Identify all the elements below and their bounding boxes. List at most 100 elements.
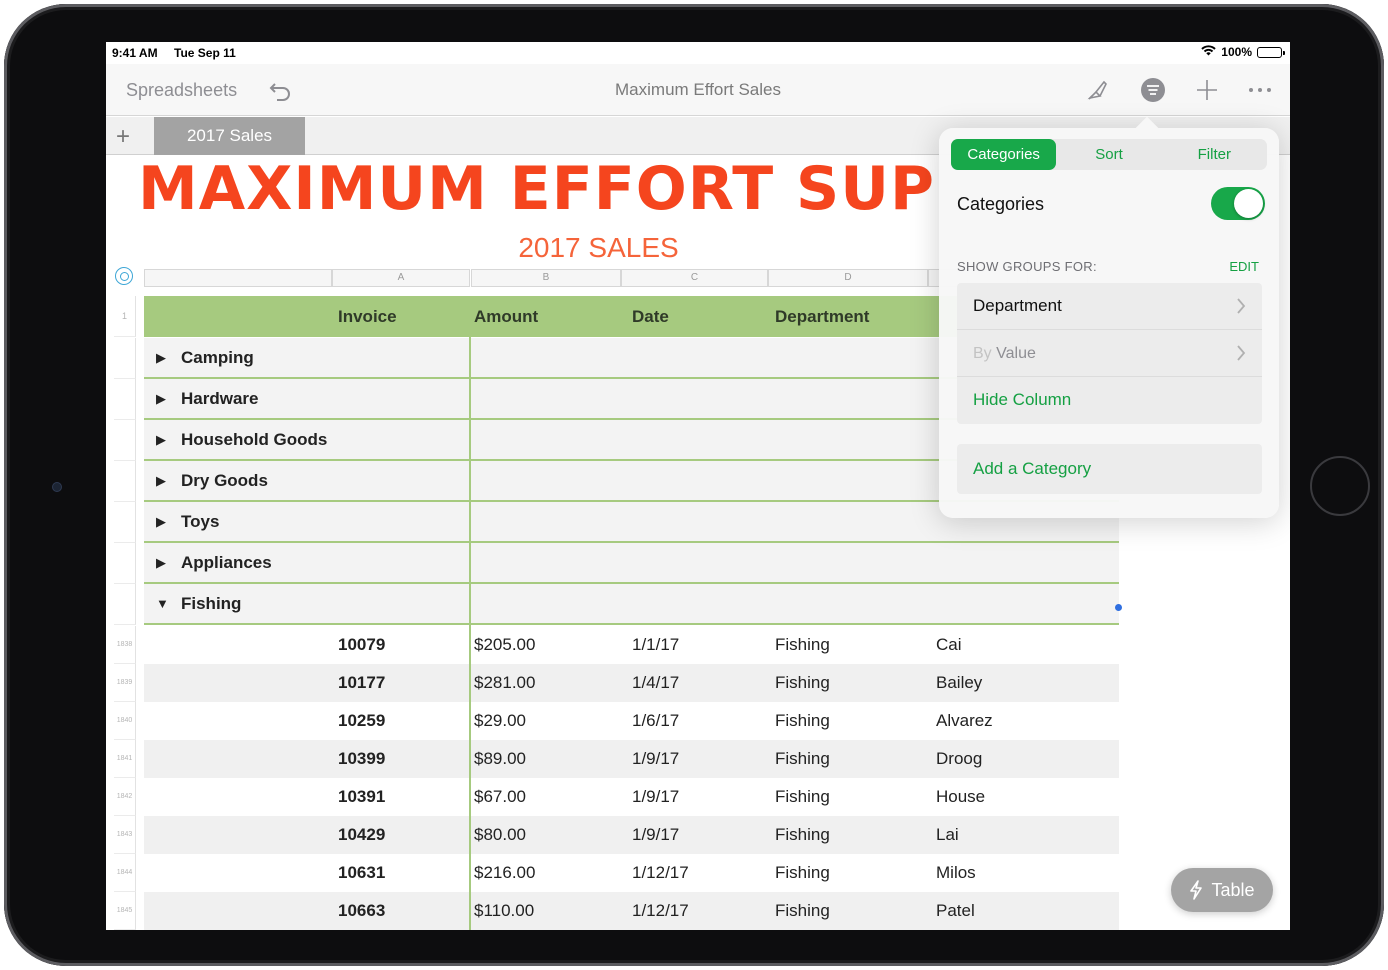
organize-icon[interactable] (1139, 76, 1167, 104)
table-row[interactable]: 10177 $281.00 1/4/17 Fishing Bailey (144, 664, 1119, 702)
home-button[interactable] (1310, 456, 1370, 516)
row-number[interactable]: 1838 (114, 626, 136, 664)
row-number[interactable] (114, 420, 136, 461)
cell-amount[interactable]: $89.00 (474, 749, 526, 769)
cell-department[interactable]: Fishing (775, 901, 830, 921)
cell-name[interactable]: Cai (936, 635, 962, 655)
cell-date[interactable]: 1/9/17 (632, 787, 679, 807)
cell-department[interactable]: Fishing (775, 673, 830, 693)
column-header-d[interactable]: D (768, 269, 928, 287)
disclosure-triangle-expanded-icon[interactable]: ▼ (156, 596, 169, 611)
add-sheet-icon[interactable]: + (116, 123, 130, 151)
edit-button[interactable]: EDIT (1229, 259, 1259, 274)
cell-department[interactable]: Fishing (775, 635, 830, 655)
header-amount[interactable]: Amount (474, 307, 538, 327)
cell-date[interactable]: 1/12/17 (632, 863, 689, 883)
segment-categories[interactable]: Categories (951, 139, 1057, 170)
add-category-button[interactable]: Add a Category (973, 459, 1091, 479)
cell-date[interactable]: 1/12/17 (632, 901, 689, 921)
cell-invoice[interactable]: 10079 (338, 635, 385, 655)
cell-amount[interactable]: $281.00 (474, 673, 535, 693)
disclosure-triangle-icon[interactable]: ▶ (156, 473, 166, 489)
column-header-c[interactable]: C (621, 269, 768, 287)
cell-invoice[interactable]: 10663 (338, 901, 385, 921)
cell-amount[interactable]: $67.00 (474, 787, 526, 807)
row-number[interactable]: 1842 (114, 778, 136, 816)
cell-invoice[interactable]: 10631 (338, 863, 385, 883)
row-number[interactable] (114, 584, 136, 625)
row-number[interactable]: 1839 (114, 664, 136, 702)
column-header-blank[interactable] (144, 269, 332, 287)
row-number[interactable] (114, 379, 136, 420)
row-number[interactable]: 1840 (114, 702, 136, 740)
cell-name[interactable]: House (936, 787, 985, 807)
segment-filter[interactable]: Filter (1162, 139, 1267, 170)
cell-date[interactable]: 1/9/17 (632, 825, 679, 845)
cell-name[interactable]: Droog (936, 749, 982, 769)
cell-amount[interactable]: $80.00 (474, 825, 526, 845)
row-number[interactable]: 1845 (114, 892, 136, 930)
header-invoice[interactable]: Invoice (338, 307, 397, 327)
cell-department[interactable]: Fishing (775, 787, 830, 807)
row-number[interactable] (114, 338, 136, 379)
table-row[interactable]: 10429 $80.00 1/9/17 Fishing Lai (144, 816, 1119, 854)
add-category-row[interactable]: Add a Category (957, 444, 1262, 494)
disclosure-triangle-icon[interactable]: ▶ (156, 391, 166, 407)
cell-amount[interactable]: $110.00 (474, 901, 534, 921)
disclosure-triangle-icon[interactable]: ▶ (156, 555, 166, 571)
column-header-a[interactable]: A (332, 269, 470, 287)
cell-date[interactable]: 1/6/17 (632, 711, 679, 731)
table-row[interactable]: 10391 $67.00 1/9/17 Fishing House (144, 778, 1119, 816)
cell-amount[interactable]: $205.00 (474, 635, 535, 655)
cell-invoice[interactable]: 10399 (338, 749, 385, 769)
cell-name[interactable]: Bailey (936, 673, 982, 693)
header-date[interactable]: Date (632, 307, 669, 327)
cell-amount[interactable]: $216.00 (474, 863, 535, 883)
table-quick-button[interactable]: Table (1171, 868, 1273, 912)
cell-name[interactable]: Lai (936, 825, 959, 845)
table-row[interactable]: 10399 $89.00 1/9/17 Fishing Droog (144, 740, 1119, 778)
hide-column-button[interactable]: Hide Column (973, 390, 1071, 410)
cell-department[interactable]: Fishing (775, 825, 830, 845)
cell-amount[interactable]: $29.00 (474, 711, 526, 731)
row-number[interactable]: 1843 (114, 816, 136, 854)
row-number[interactable] (114, 543, 136, 584)
cell-invoice[interactable]: 10259 (338, 711, 385, 731)
hide-column-row[interactable]: Hide Column (957, 377, 1262, 424)
cell-name[interactable]: Alvarez (936, 711, 993, 731)
row-number[interactable]: 1841 (114, 740, 136, 778)
table-row[interactable]: 10631 $216.00 1/12/17 Fishing Milos (144, 854, 1119, 892)
add-icon[interactable] (1193, 76, 1221, 104)
row-number[interactable] (114, 461, 136, 502)
row-number[interactable] (114, 502, 136, 543)
disclosure-triangle-icon[interactable]: ▶ (156, 432, 166, 448)
cell-department[interactable]: Fishing (775, 749, 830, 769)
group-by-department[interactable]: Department (957, 283, 1262, 330)
category-row-fishing[interactable]: ▼ Fishing (144, 584, 1119, 625)
categories-toggle[interactable] (1211, 187, 1265, 220)
cell-date[interactable]: 1/1/17 (632, 635, 679, 655)
table-row[interactable]: 10259 $29.00 1/6/17 Fishing Alvarez (144, 702, 1119, 740)
table-select-handle[interactable] (115, 267, 133, 285)
cell-invoice[interactable]: 10429 (338, 825, 385, 845)
header-department[interactable]: Department (775, 307, 869, 327)
cell-date[interactable]: 1/4/17 (632, 673, 679, 693)
row-number[interactable]: 1 (114, 296, 136, 337)
cell-department[interactable]: Fishing (775, 711, 830, 731)
row-number[interactable]: 1844 (114, 854, 136, 892)
cell-invoice[interactable]: 10391 (338, 787, 385, 807)
disclosure-triangle-icon[interactable]: ▶ (156, 350, 166, 366)
cell-invoice[interactable]: 10177 (338, 673, 385, 693)
by-value-row[interactable]: By Value (957, 330, 1262, 377)
cell-department[interactable]: Fishing (775, 863, 830, 883)
resize-handle[interactable] (1115, 604, 1122, 611)
disclosure-triangle-icon[interactable]: ▶ (156, 514, 166, 530)
cell-name[interactable]: Patel (936, 901, 975, 921)
cell-name[interactable]: Milos (936, 863, 976, 883)
tab-2017-sales[interactable]: 2017 Sales (154, 117, 305, 155)
format-brush-icon[interactable] (1084, 76, 1112, 104)
cell-date[interactable]: 1/9/17 (632, 749, 679, 769)
column-header-b[interactable]: B (471, 269, 621, 287)
segment-sort[interactable]: Sort (1056, 139, 1161, 170)
more-icon[interactable] (1246, 76, 1274, 104)
